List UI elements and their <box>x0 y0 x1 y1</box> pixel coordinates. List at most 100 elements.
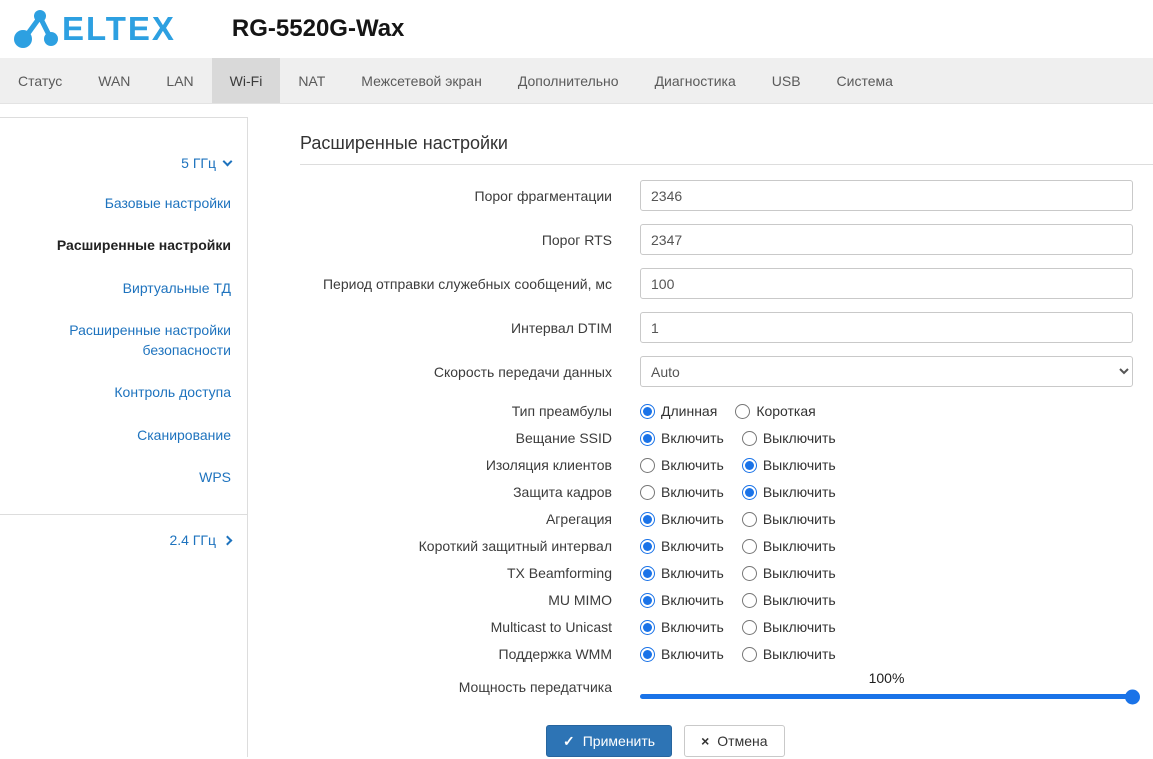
radio-label: Выключить <box>763 538 836 554</box>
mu-mimo-disable-radio[interactable] <box>742 593 757 608</box>
tab-status[interactable]: Статус <box>0 58 80 103</box>
fragmentation-threshold-input[interactable] <box>640 180 1133 211</box>
radio-label: Выключить <box>763 646 836 662</box>
field-label: Мощность передатчика <box>300 676 640 699</box>
radio-option[interactable]: Включить <box>640 538 724 554</box>
radio-label: Включить <box>661 457 724 473</box>
sidebar-group-5ghz-label: 5 ГГц <box>181 155 216 171</box>
field-label: Короткий защитный интервал <box>300 535 640 557</box>
cross-icon: × <box>701 733 709 749</box>
sidebar-item-advanced-security-settings[interactable]: Расширенные настройки безопасности <box>0 309 247 372</box>
radio-option[interactable]: Включить <box>640 592 724 608</box>
sidebar-divider <box>0 514 247 515</box>
mu-mimo-enable-radio[interactable] <box>640 593 655 608</box>
cancel-button[interactable]: × Отмена <box>684 725 784 757</box>
tx-beamforming-disable-radio[interactable] <box>742 566 757 581</box>
radio-label: Включить <box>661 619 724 635</box>
radio-option[interactable]: Выключить <box>742 565 836 581</box>
radio-option[interactable]: Включить <box>640 430 724 446</box>
sidebar-item-scanning[interactable]: Сканирование <box>0 414 247 456</box>
field-label: Поддержка WMM <box>300 643 640 665</box>
form-row: Короткий защитный интервал Включить Выкл… <box>300 535 1153 557</box>
radio-label: Включить <box>661 538 724 554</box>
sidebar-group-5ghz[interactable]: 5 ГГц <box>0 144 247 182</box>
radio-label: Выключить <box>763 511 836 527</box>
field-control: Включить Выключить <box>640 484 1133 500</box>
tab-additional[interactable]: Дополнительно <box>500 58 637 103</box>
ssid-broadcast-enable-radio[interactable] <box>640 431 655 446</box>
tab-usb[interactable]: USB <box>754 58 819 103</box>
radio-option[interactable]: Выключить <box>742 457 836 473</box>
radio-option[interactable]: Выключить <box>742 430 836 446</box>
chevron-right-icon <box>223 536 233 546</box>
sidebar-item-virtual-ap[interactable]: Виртуальные ТД <box>0 267 247 309</box>
field-label: Multicast to Unicast <box>300 616 640 638</box>
sidebar-item-basic-settings[interactable]: Базовые настройки <box>0 182 247 224</box>
aggregation-disable-radio[interactable] <box>742 512 757 527</box>
frame-protection-disable-radio[interactable] <box>742 485 757 500</box>
radio-option[interactable]: Выключить <box>742 619 836 635</box>
field-control: Auto <box>640 356 1133 387</box>
field-control <box>640 268 1133 299</box>
tab-lan[interactable]: LAN <box>148 58 211 103</box>
radio-label: Включить <box>661 511 724 527</box>
radio-option[interactable]: Выключить <box>742 592 836 608</box>
radio-label: Выключить <box>763 430 836 446</box>
form-row: Мощность передатчика 100% <box>300 670 1153 699</box>
sidebar-item-wps[interactable]: WPS <box>0 456 247 498</box>
sidebar-item-advanced-settings[interactable]: Расширенные настройки <box>0 224 247 266</box>
radio-option[interactable]: Включить <box>640 457 724 473</box>
radio-option[interactable]: Включить <box>640 511 724 527</box>
radio-option[interactable]: Включить <box>640 619 724 635</box>
tab-firewall[interactable]: Межсетевой экран <box>343 58 500 103</box>
radio-option[interactable]: Длинная <box>640 403 717 419</box>
client-isolation-enable-radio[interactable] <box>640 458 655 473</box>
tab-nat[interactable]: NAT <box>280 58 343 103</box>
field-label: Интервал DTIM <box>300 317 640 339</box>
wmm-support-disable-radio[interactable] <box>742 647 757 662</box>
tx-power-slider[interactable] <box>640 694 1133 699</box>
radio-option[interactable]: Выключить <box>742 484 836 500</box>
sidebar-item-access-control[interactable]: Контроль доступа <box>0 371 247 413</box>
radio-label: Включить <box>661 484 724 500</box>
data-rate-select[interactable]: Auto <box>640 356 1133 387</box>
form-row: Изоляция клиентов Включить Выключить <box>300 454 1153 476</box>
beacon-period-input[interactable] <box>640 268 1133 299</box>
ssid-broadcast-disable-radio[interactable] <box>742 431 757 446</box>
tab-diagnostics[interactable]: Диагностика <box>637 58 754 103</box>
tab-wan[interactable]: WAN <box>80 58 148 103</box>
form-actions: ✓ Применить × Отмена <box>300 725 1153 757</box>
dtim-interval-input[interactable] <box>640 312 1133 343</box>
sidebar-group-24ghz[interactable]: 2.4 ГГц <box>0 521 247 559</box>
field-control <box>640 180 1133 211</box>
multicast-to-unicast-enable-radio[interactable] <box>640 620 655 635</box>
field-control: Включить Выключить <box>640 430 1133 446</box>
client-isolation-disable-radio[interactable] <box>742 458 757 473</box>
frame-protection-enable-radio[interactable] <box>640 485 655 500</box>
tx-beamforming-enable-radio[interactable] <box>640 566 655 581</box>
wmm-support-enable-radio[interactable] <box>640 647 655 662</box>
short-guard-interval-disable-radio[interactable] <box>742 539 757 554</box>
radio-option[interactable]: Включить <box>640 646 724 662</box>
multicast-to-unicast-disable-radio[interactable] <box>742 620 757 635</box>
field-control: 100% <box>640 670 1133 699</box>
short-guard-interval-enable-radio[interactable] <box>640 539 655 554</box>
field-label: Агрегация <box>300 508 640 530</box>
radio-option[interactable]: Короткая <box>735 403 815 419</box>
radio-option[interactable]: Включить <box>640 484 724 500</box>
radio-option[interactable]: Выключить <box>742 538 836 554</box>
rts-threshold-input[interactable] <box>640 224 1133 255</box>
field-control: Включить Выключить <box>640 538 1133 554</box>
radio-option[interactable]: Выключить <box>742 511 836 527</box>
field-label: Скорость передачи данных <box>300 361 640 383</box>
aggregation-enable-radio[interactable] <box>640 512 655 527</box>
radio-option[interactable]: Включить <box>640 565 724 581</box>
preamble-short-radio[interactable] <box>735 404 750 419</box>
apply-button[interactable]: ✓ Применить <box>546 725 672 757</box>
radio-option[interactable]: Выключить <box>742 646 836 662</box>
tx-power-thumb[interactable] <box>1125 689 1140 704</box>
tab-wifi[interactable]: Wi-Fi <box>212 58 281 103</box>
field-label: Порог RTS <box>300 229 640 251</box>
preamble-long-radio[interactable] <box>640 404 655 419</box>
tab-system[interactable]: Система <box>819 58 911 103</box>
